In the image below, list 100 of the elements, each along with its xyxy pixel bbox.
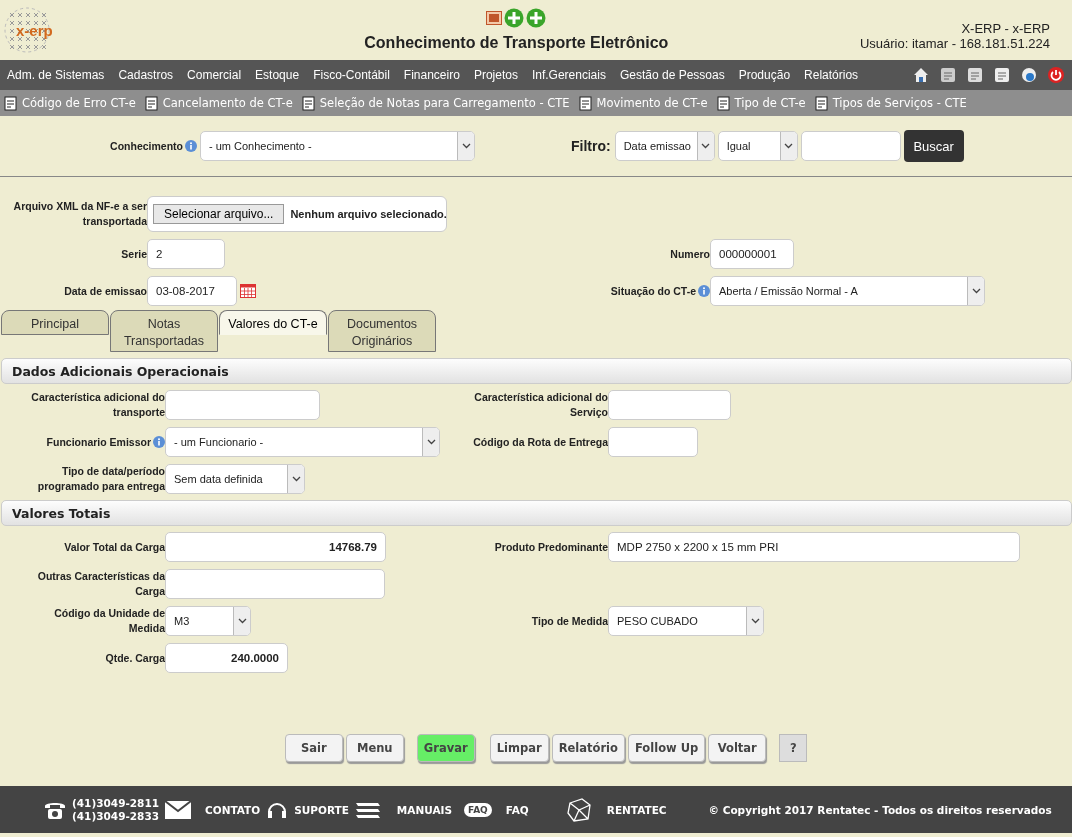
add-icon[interactable]: [526, 8, 547, 28]
input-field[interactable]: 000000001: [710, 239, 794, 269]
action-button[interactable]: Gravar: [416, 734, 475, 762]
document-icon: [814, 95, 829, 111]
dropdown[interactable]: Igual: [717, 131, 798, 161]
tab[interactable]: Principal: [1, 310, 109, 335]
field-label: Outras Características da Carga: [36, 569, 165, 599]
calendar-icon[interactable]: [240, 284, 256, 298]
caret-icon: [426, 439, 436, 445]
input-field[interactable]: 14768.79: [165, 532, 386, 562]
document-icon[interactable]: [966, 66, 984, 84]
search-field[interactable]: [800, 131, 901, 161]
field-label: Serie: [121, 246, 147, 262]
phone-number: (41)3049-2811: [72, 796, 159, 810]
input-field[interactable]: [165, 390, 320, 420]
dropdown[interactable]: - um Funcionario -: [165, 427, 440, 457]
menu-item[interactable]: Fisco-Contábil: [313, 68, 390, 82]
tab[interactable]: Valores do CT-e: [219, 310, 327, 335]
field-label: Numero: [670, 246, 710, 262]
menu-item[interactable]: Cadastros: [118, 68, 174, 82]
filter-label: Filtro:: [571, 138, 611, 154]
contact-link[interactable]: CONTATO: [205, 803, 261, 816]
home-icon[interactable]: [912, 66, 930, 84]
slides-icon[interactable]: [486, 11, 503, 25]
tab[interactable]: Notas Transportadas: [110, 310, 218, 352]
cube-icon: [564, 796, 593, 823]
menu-item[interactable]: Relatórios: [804, 68, 859, 82]
input-field[interactable]: 2: [147, 239, 225, 269]
date-field[interactable]: 03-08-2017: [147, 276, 237, 306]
dropdown[interactable]: - um Conhecimento -: [200, 131, 475, 161]
file-status: Nenhum arquivo selecionado.: [290, 208, 447, 220]
input-field[interactable]: MDP 2750 x 2200 x 15 mm PRI: [608, 532, 1020, 562]
action-button[interactable]: Sair: [284, 734, 343, 762]
menu-item[interactable]: Gestão de Pessoas: [619, 68, 725, 82]
faq-link[interactable]: FAQ: [505, 803, 529, 816]
document-icon: [716, 95, 731, 111]
document-icon: [301, 95, 316, 111]
add-icon[interactable]: [504, 8, 525, 28]
input-field[interactable]: [165, 569, 385, 599]
field-label: Produto Predominante: [494, 539, 608, 555]
caret-icon: [971, 288, 981, 294]
menu-item[interactable]: Projetos: [473, 68, 518, 82]
menu-item[interactable]: Adm. de Sistemas: [7, 68, 105, 82]
field-label: Característica adicional do transporte: [30, 390, 165, 420]
caret-icon: [461, 143, 471, 149]
action-button[interactable]: Relatório: [551, 734, 625, 762]
power-icon[interactable]: [1047, 66, 1065, 84]
file-field[interactable]: Selecionar arquivo... Nenhum arquivo selecionado.: [147, 196, 447, 232]
dropdown[interactable]: Sem data definida: [165, 464, 305, 494]
support-link[interactable]: SUPORTE: [294, 803, 349, 816]
document-icon: [4, 95, 18, 111]
action-button[interactable]: Limpar: [489, 734, 549, 762]
manuals-link[interactable]: MANUAIS: [396, 803, 453, 816]
document-icon: [578, 95, 593, 111]
field-label: Característica adicional do Serviço: [473, 390, 608, 420]
action-button[interactable]: Voltar: [708, 734, 767, 762]
help-button[interactable]: ?: [779, 734, 808, 762]
dropdown[interactable]: Aberta / Emissão Normal - A: [710, 276, 985, 306]
field-label: Código da Unidade de Medida: [53, 606, 165, 636]
caret-icon: [291, 476, 301, 482]
field-label: Tipo de data/período programado para entrega: [36, 464, 165, 494]
field-label: Tipo de Medida: [531, 613, 608, 629]
copyright-text: © Copyright 2017 Rentatec - Todos os direitos reservados: [708, 803, 1052, 816]
company-name: RENTATEC: [606, 803, 667, 816]
mail-icon[interactable]: [165, 800, 191, 819]
tab[interactable]: Documentos Originários: [328, 310, 436, 352]
faq-icon[interactable]: FAQ: [464, 802, 492, 817]
document-icon: [144, 95, 159, 111]
phone-number: (41)3049-2833: [72, 809, 159, 823]
menu-item[interactable]: Financeiro: [403, 68, 460, 82]
field-label: Código da Rota de Entrega: [473, 434, 608, 450]
menu-item[interactable]: Comercial: [187, 68, 242, 82]
dropdown[interactable]: Data emissao: [614, 131, 715, 161]
logo-icon: [4, 7, 50, 53]
action-button[interactable]: Menu: [345, 734, 404, 762]
input-field[interactable]: [608, 427, 698, 457]
caret-icon: [237, 618, 247, 624]
choose-file-button[interactable]: Selecionar arquivo...: [153, 204, 285, 224]
menu-item[interactable]: Produção: [738, 68, 791, 82]
menu-item[interactable]: Inf.Gerenciais: [531, 68, 606, 82]
field-label: Arquivo XML da NF-e a ser transportada: [12, 199, 147, 229]
field-label: Data de emissao: [64, 283, 147, 299]
caret-icon: [701, 143, 711, 149]
system-name: X-ERP - x-ERP: [960, 21, 1050, 36]
dropdown[interactable]: M3: [165, 606, 251, 636]
action-button[interactable]: Follow Up: [627, 734, 706, 762]
caret-icon: [750, 618, 760, 624]
notepad-icon[interactable]: [993, 66, 1011, 84]
menu-item[interactable]: Estoque: [255, 68, 300, 82]
field-label: Qtde. Carga: [105, 650, 165, 666]
logo-text: x-erp: [16, 21, 53, 39]
input-field[interactable]: [608, 390, 731, 420]
search-button[interactable]: Buscar: [903, 130, 964, 162]
input-field[interactable]: 240.0000: [165, 643, 288, 673]
section-header: Valores Totais: [1, 500, 1072, 526]
page-title: Conhecimento de Transporte Eletrônico: [364, 34, 669, 52]
user-info: Usuário: itamar - 168.181.51.224: [859, 36, 1050, 51]
field-label: Situação do CT-e: [610, 283, 696, 299]
dropdown[interactable]: PESO CUBADO: [608, 606, 764, 636]
field-label: Conhecimento: [110, 138, 183, 154]
